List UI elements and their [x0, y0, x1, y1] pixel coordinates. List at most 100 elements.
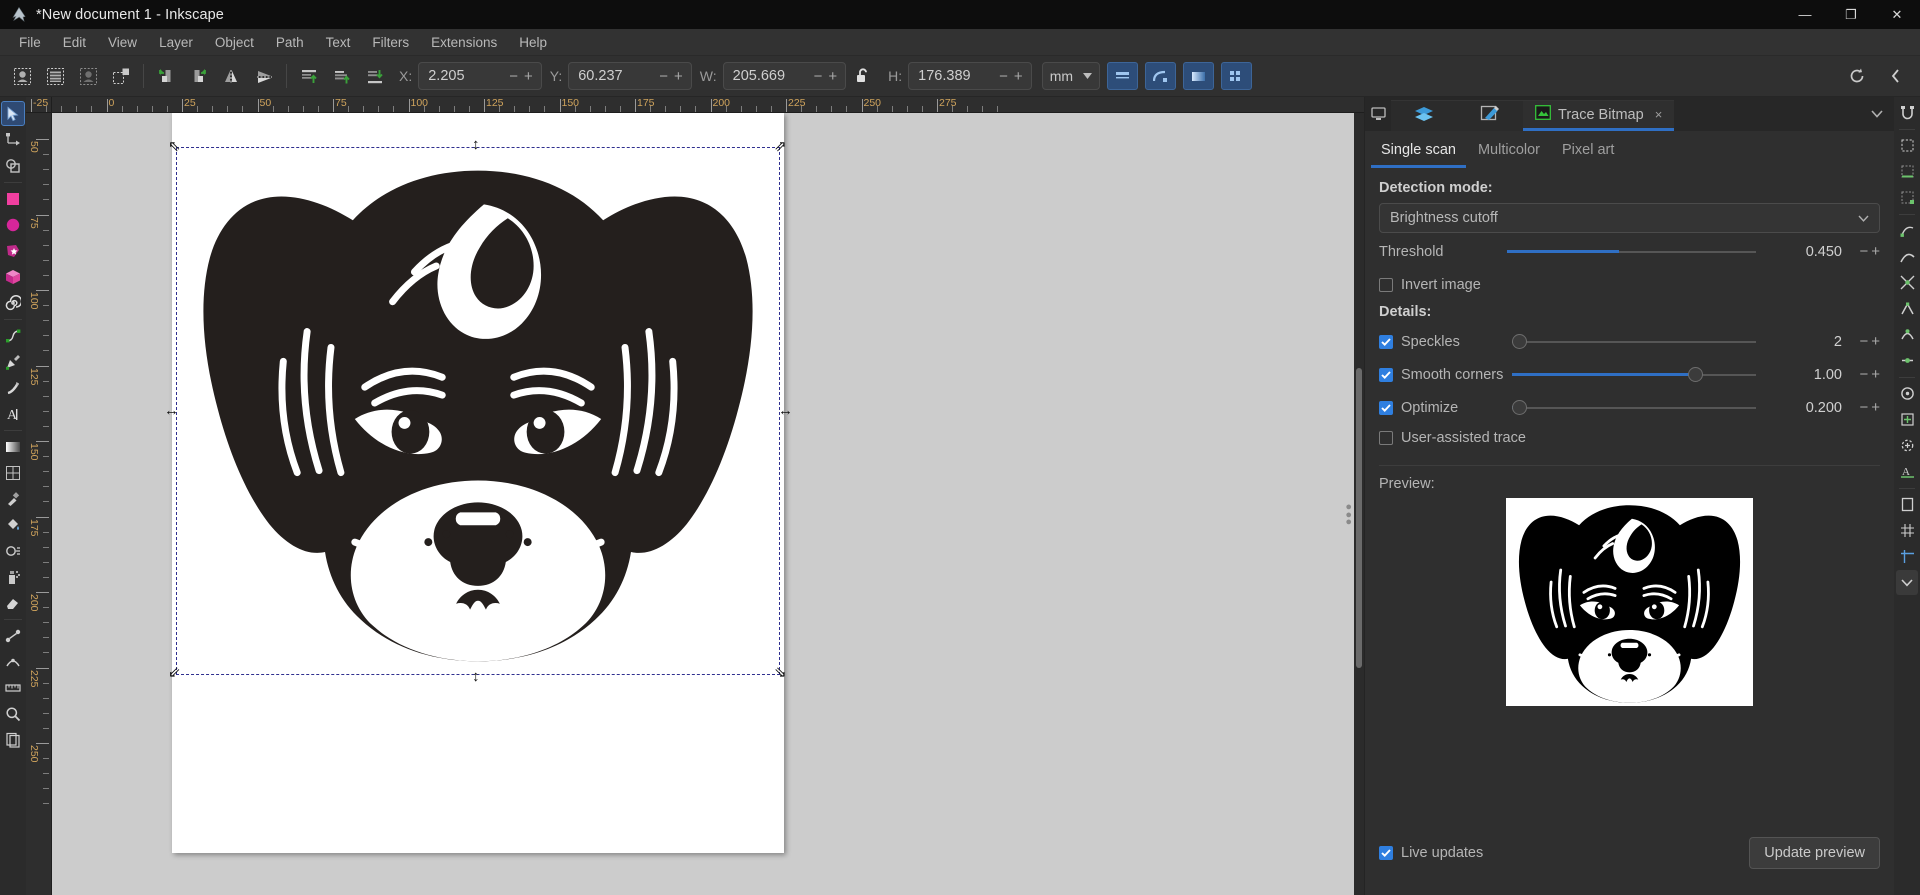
menu-text[interactable]: Text	[315, 32, 362, 53]
pages-tool[interactable]	[1, 727, 25, 752]
select-all-icon[interactable]	[6, 61, 39, 92]
w-spinbox[interactable]: −+	[722, 62, 847, 90]
speckles-value[interactable]: 2	[1764, 334, 1842, 350]
selection-handle-bl[interactable]: ⇙	[168, 665, 181, 680]
menu-help[interactable]: Help	[508, 32, 558, 53]
spray-tool[interactable]	[1, 564, 25, 589]
h-input[interactable]	[909, 68, 998, 84]
affect-gradients-icon[interactable]	[1182, 62, 1214, 90]
star-tool[interactable]	[1, 238, 25, 263]
snap-path-intersection-icon[interactable]	[1896, 270, 1918, 295]
w-plus-button[interactable]: +	[826, 68, 839, 85]
select-same-icon[interactable]	[105, 61, 138, 92]
snap-text-baseline-icon[interactable]: A	[1896, 459, 1918, 484]
menu-view[interactable]: View	[97, 32, 148, 53]
smooth-corners-minus-button[interactable]: −	[1859, 366, 1868, 383]
w-input[interactable]	[723, 68, 812, 84]
rotate-cw-icon[interactable]	[182, 61, 215, 92]
horizontal-ruler[interactable]: -25 0 25 50 75 100 125 150 175 200 225 250 275	[26, 97, 1364, 113]
user-assisted-trace-checkbox[interactable]	[1379, 431, 1393, 445]
update-preview-button[interactable]: Update preview	[1749, 837, 1880, 869]
menu-file[interactable]: File	[8, 32, 52, 53]
node-tool[interactable]	[1, 127, 25, 152]
paint-bucket-tool[interactable]	[1, 512, 25, 537]
snap-cusp-nodes-icon[interactable]	[1896, 296, 1918, 321]
connector-tool[interactable]	[1, 623, 25, 648]
scrollbar-thumb[interactable]	[1356, 368, 1362, 668]
affect-stroke-width-icon[interactable]	[1106, 62, 1138, 90]
snap-grid-icon[interactable]	[1896, 518, 1918, 543]
speckles-minus-button[interactable]: −	[1859, 333, 1868, 350]
unit-selector[interactable]: mm	[1041, 62, 1100, 90]
threshold-plus-button[interactable]: +	[1871, 243, 1880, 260]
close-icon[interactable]: ×	[1655, 107, 1663, 122]
boolean-tool[interactable]	[1, 153, 25, 178]
snap-smooth-nodes-icon[interactable]	[1896, 322, 1918, 347]
tab-layers[interactable]	[1391, 100, 1457, 131]
tab-pixel-art[interactable]: Pixel art	[1552, 137, 1624, 168]
calligraphy-tool[interactable]	[1, 375, 25, 400]
smooth-corners-plus-button[interactable]: +	[1871, 366, 1880, 383]
close-button[interactable]: ✕	[1874, 0, 1920, 29]
snap-page-border-icon[interactable]	[1896, 492, 1918, 517]
vertical-ruler[interactable]: 50 75 100 125 150 175 200 225 250	[26, 113, 52, 895]
snap-object-center-icon[interactable]	[1896, 407, 1918, 432]
measure-tool[interactable]	[1, 675, 25, 700]
threshold-slider[interactable]	[1507, 242, 1756, 262]
x-minus-button[interactable]: −	[507, 68, 520, 85]
tab-single-scan[interactable]: Single scan	[1371, 137, 1466, 168]
lpe-tool[interactable]	[1, 649, 25, 674]
optimize-value[interactable]: 0.200	[1764, 400, 1842, 416]
tab-trace-bitmap[interactable]: Trace Bitmap ×	[1523, 100, 1675, 131]
raise-to-top-icon[interactable]	[292, 61, 325, 92]
selection-handle-left[interactable]: ↔	[164, 403, 179, 418]
smooth-corners-value[interactable]: 1.00	[1764, 367, 1842, 383]
selector-tool[interactable]	[1, 101, 25, 126]
y-plus-button[interactable]: +	[672, 68, 685, 85]
pen-tool[interactable]	[1, 349, 25, 374]
optimize-plus-button[interactable]: +	[1871, 399, 1880, 416]
chevron-down-icon[interactable]	[1860, 97, 1894, 131]
rotate-ccw-icon[interactable]	[149, 61, 182, 92]
flip-vertical-icon[interactable]	[248, 61, 281, 92]
tab-fill-stroke[interactable]	[1457, 100, 1523, 131]
selection-handle-br[interactable]: ⇘	[774, 665, 787, 680]
zoom-tool[interactable]	[1, 701, 25, 726]
h-spinbox[interactable]: −+	[908, 62, 1032, 90]
tweak-tool[interactable]	[1, 538, 25, 563]
text-tool[interactable]: A	[1, 401, 25, 426]
flip-horizontal-icon[interactable]	[215, 61, 248, 92]
menu-extensions[interactable]: Extensions	[420, 32, 508, 53]
affect-rounded-corners-icon[interactable]	[1144, 62, 1176, 90]
tab-multicolor[interactable]: Multicolor	[1468, 137, 1550, 168]
snap-others-icon[interactable]	[1896, 381, 1918, 406]
snap-rotation-center-icon[interactable]	[1896, 433, 1918, 458]
menu-object[interactable]: Object	[204, 32, 265, 53]
dog-head-silhouette[interactable]	[180, 151, 776, 671]
selection-handle-right[interactable]: ↔	[778, 403, 793, 418]
threshold-minus-button[interactable]: −	[1859, 243, 1868, 260]
selection-handle-tr[interactable]: ⇗	[774, 139, 787, 154]
optimize-minus-button[interactable]: −	[1859, 399, 1868, 416]
dropper-tool[interactable]	[1, 486, 25, 511]
deselect-icon[interactable]	[72, 61, 105, 92]
canvas[interactable]: ↕ ↕ ↔ ↔ ⇖ ⇗ ⇙ ⇘ ● ● ●	[52, 113, 1364, 895]
optimize-checkbox[interactable]	[1379, 400, 1393, 415]
menu-path[interactable]: Path	[265, 32, 315, 53]
select-all-in-layers-icon[interactable]	[39, 61, 72, 92]
snap-midpoints-icon[interactable]	[1896, 348, 1918, 373]
spiral-tool[interactable]	[1, 290, 25, 315]
speckles-plus-button[interactable]: +	[1871, 333, 1880, 350]
x-spinbox[interactable]: −+	[418, 62, 542, 90]
x-plus-button[interactable]: +	[522, 68, 535, 85]
rectangle-tool[interactable]	[1, 186, 25, 211]
optimize-slider[interactable]	[1512, 398, 1756, 418]
y-spinbox[interactable]: −+	[568, 62, 692, 90]
selection-handle-bottom[interactable]: ↕	[472, 669, 480, 684]
unlocked-padlock-icon[interactable]	[850, 62, 876, 90]
live-updates-row[interactable]: Live updates	[1379, 840, 1483, 866]
chevron-left-icon[interactable]	[1879, 61, 1912, 92]
snap-bounding-box-icon[interactable]	[1896, 133, 1918, 158]
3dbox-tool[interactable]	[1, 264, 25, 289]
user-assisted-trace-row[interactable]: User-assisted trace	[1379, 425, 1880, 451]
